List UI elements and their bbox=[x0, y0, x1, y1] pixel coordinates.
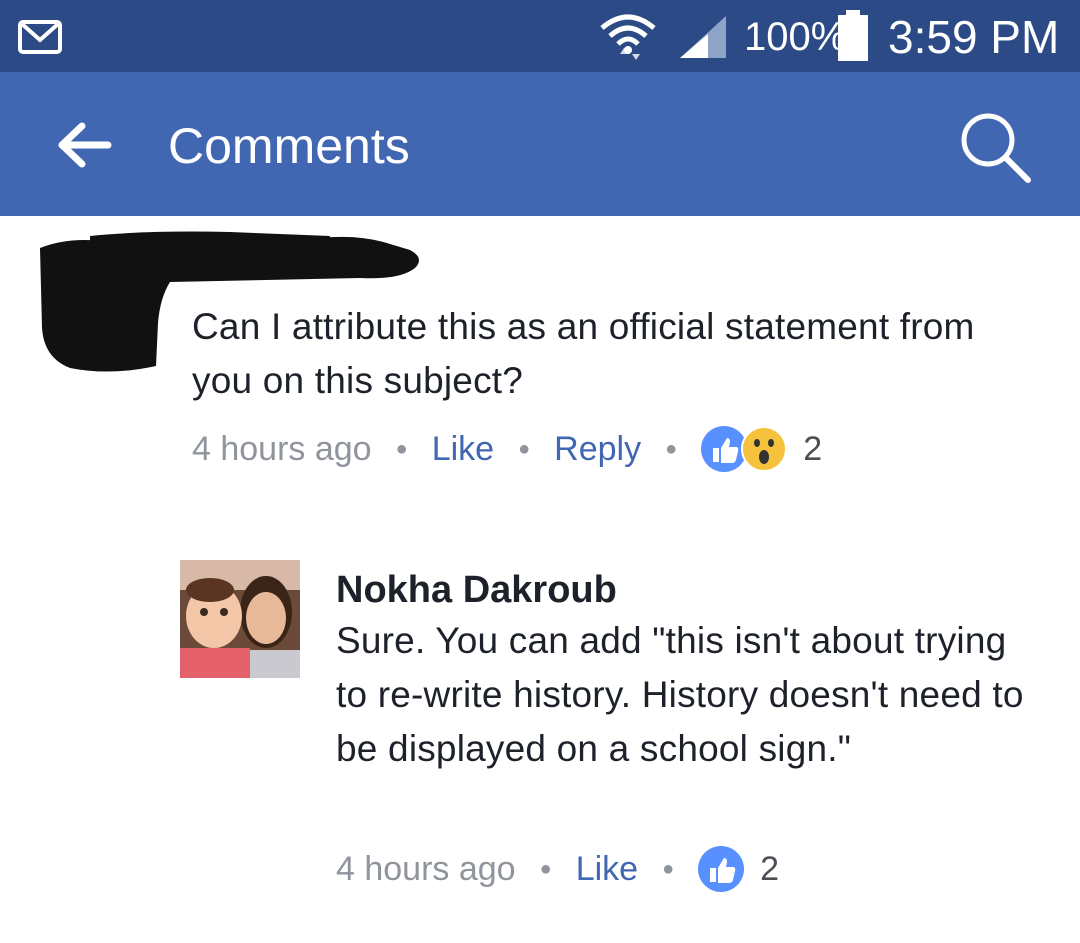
wow-reaction-icon bbox=[741, 426, 788, 472]
reaction-count: 2 bbox=[760, 850, 780, 888]
signal-icon bbox=[680, 16, 726, 58]
gmail-icon bbox=[18, 20, 62, 54]
comment-actions: 4 hours ago ● Like ● 2 bbox=[336, 846, 779, 892]
search-icon[interactable] bbox=[958, 110, 1034, 186]
reply-button[interactable]: Reply bbox=[554, 427, 641, 471]
separator-dot: ● bbox=[665, 438, 678, 460]
avatar[interactable] bbox=[180, 560, 300, 678]
comment-text: Sure. You can add "this isn't about tryi… bbox=[336, 620, 1024, 769]
battery-icon bbox=[838, 10, 868, 61]
back-arrow-icon[interactable] bbox=[56, 120, 112, 170]
wifi-icon bbox=[600, 14, 656, 60]
comment-actions: 4 hours ago ● Like ● Reply ● 2 bbox=[192, 426, 822, 472]
separator-dot: ● bbox=[662, 858, 675, 880]
separator-dot: ● bbox=[539, 858, 552, 880]
separator-dot: ● bbox=[395, 438, 408, 460]
clock: 3:59 PM bbox=[888, 11, 1060, 63]
like-button[interactable]: Like bbox=[576, 847, 638, 891]
like-button[interactable]: Like bbox=[432, 427, 494, 471]
comment-text: Can I attribute this as an official stat… bbox=[192, 306, 975, 401]
reactions-summary[interactable]: 2 bbox=[701, 426, 822, 472]
comment-timestamp: 4 hours ago bbox=[336, 850, 516, 888]
battery-percentage: 100% bbox=[744, 15, 847, 59]
reaction-count: 2 bbox=[803, 430, 823, 468]
status-bar: 100% 3:59 PM bbox=[0, 0, 1080, 72]
page-title: Comments bbox=[168, 118, 410, 174]
app-header: Comments bbox=[0, 72, 1080, 216]
like-reaction-icon bbox=[698, 846, 745, 892]
separator-dot: ● bbox=[518, 438, 531, 460]
comment-timestamp: 4 hours ago bbox=[192, 430, 372, 468]
reactions-summary[interactable]: 2 bbox=[698, 846, 779, 892]
comment-author-name[interactable]: Nokha Dakroub bbox=[336, 566, 617, 614]
